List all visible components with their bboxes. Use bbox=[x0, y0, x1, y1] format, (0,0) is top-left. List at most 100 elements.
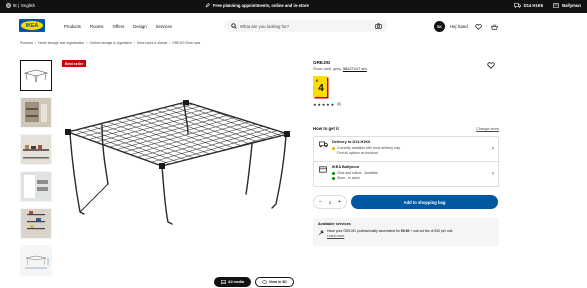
thumbnail-lifestyle-1[interactable] bbox=[20, 97, 52, 128]
view-in-3d-button[interactable]: View in 3D bbox=[254, 277, 294, 287]
postcode-label: D14 H1K6 bbox=[523, 3, 544, 8]
header-actions: SK Hej Sand bbox=[434, 21, 500, 32]
image-icon bbox=[221, 280, 226, 284]
search-bar[interactable]: What are you looking for? bbox=[224, 20, 388, 32]
thumbnail-lifestyle-4[interactable] bbox=[20, 208, 52, 239]
breadcrumb-separator: › bbox=[133, 41, 135, 45]
thumbnail-strip bbox=[20, 60, 52, 282]
promo-banner[interactable]: Free planning appointments, online and i… bbox=[205, 3, 309, 8]
search-icon bbox=[231, 23, 237, 29]
thumbnail-lifestyle-2[interactable] bbox=[20, 134, 52, 165]
delivery-status-line: Currently available with truck delivery … bbox=[332, 146, 400, 150]
change-store-link[interactable]: Change store bbox=[476, 127, 499, 131]
decrease-quantity-button[interactable]: − bbox=[317, 199, 324, 206]
delivery-postcode-button[interactable]: D14 H1K6 bbox=[513, 3, 544, 8]
delivery-option[interactable]: Delivery to D14 H1K6 Currently available… bbox=[314, 137, 500, 162]
store-icon bbox=[319, 166, 327, 173]
star-icon: ★ bbox=[326, 101, 330, 107]
services-text-post: + call out fee of €30 per unit. bbox=[410, 229, 454, 233]
available-services: Available services Have your GREJIG prof… bbox=[313, 218, 499, 246]
top-utility-bar: IE | English Free planning appointments,… bbox=[0, 0, 587, 13]
star-icon: ★ bbox=[321, 101, 326, 107]
logo-oval: IKEA bbox=[21, 21, 43, 30]
breadcrumb-item[interactable]: Shoe racks & stands bbox=[137, 41, 167, 45]
heart-icon[interactable] bbox=[487, 62, 495, 69]
breadcrumb-separator: › bbox=[35, 41, 37, 45]
chevron-right-icon: › bbox=[492, 171, 494, 177]
store-option[interactable]: IKEA Ballymun Click and collect - Availa… bbox=[314, 162, 500, 187]
breadcrumb-item[interactable]: Home storage and organisation bbox=[38, 41, 84, 45]
search-input[interactable]: What are you looking for? bbox=[240, 24, 289, 29]
avatar[interactable]: SK bbox=[434, 21, 445, 32]
media-buttons: All media View in 3D bbox=[214, 277, 294, 287]
services-text: Have your GREJIG professionally assemble… bbox=[327, 229, 453, 239]
click-collect-text: Click and collect - Available bbox=[337, 171, 379, 175]
delivery-title: Delivery to D14 H1K6 bbox=[332, 140, 371, 144]
breadcrumb-current: GREJIG Shoe rack bbox=[172, 41, 201, 45]
nav-design[interactable]: Design bbox=[133, 24, 146, 29]
price-tag: €4 bbox=[313, 76, 327, 97]
rating[interactable]: ★ ★ ★ ★ ★ (8) bbox=[313, 102, 499, 107]
star-icon: ★ bbox=[313, 101, 317, 107]
learn-more-link[interactable]: Learn more bbox=[327, 234, 344, 238]
thumbnail-lifestyle-3[interactable] bbox=[20, 171, 52, 202]
assembly-icon bbox=[318, 229, 324, 235]
how-to-get-it-title: How to get it bbox=[313, 126, 339, 131]
add-to-bag-button[interactable]: Add to shopping bag bbox=[351, 195, 498, 209]
product-info-panel: GREJIG Shoe rack, grey, 58x27x17 cm €4 ★… bbox=[313, 60, 500, 246]
shoe-rack-thumbnail-image bbox=[23, 69, 49, 82]
thumbnail-dimensions[interactable] bbox=[20, 245, 52, 276]
breadcrumb-item[interactable]: Clothes storage & organisers bbox=[89, 41, 132, 45]
services-title: Available services bbox=[318, 222, 351, 226]
camera-icon[interactable] bbox=[375, 23, 382, 29]
thumbnail-shoe-rack[interactable] bbox=[20, 60, 52, 91]
warning-dot bbox=[332, 146, 335, 150]
chevron-right-icon: › bbox=[492, 146, 494, 152]
main-header: IKEA Products Rooms Offers Design Servic… bbox=[0, 13, 587, 39]
breadcrumb-separator: › bbox=[169, 41, 171, 45]
ikea-logo[interactable]: IKEA bbox=[19, 19, 45, 32]
dimensions-thumbnail-image bbox=[25, 255, 49, 268]
all-media-button[interactable]: All media bbox=[214, 277, 251, 287]
language-selector[interactable]: IE | English bbox=[6, 3, 35, 8]
store-title: IKEA Ballymun bbox=[332, 165, 360, 169]
breadcrumb-item[interactable]: Products bbox=[20, 41, 33, 45]
user-greeting[interactable]: Hej Sand bbox=[450, 24, 468, 29]
lifestyle-thumbnail-image bbox=[21, 209, 51, 238]
breadcrumb: Products › Home storage and organisation ›… bbox=[20, 41, 200, 45]
breadcrumb-separator: › bbox=[86, 41, 88, 45]
quantity-value[interactable]: 1 bbox=[329, 200, 331, 205]
stock-line: Store - In stock bbox=[332, 176, 360, 180]
product-description: Shoe rack, grey, 58x27x17 cm bbox=[313, 66, 499, 71]
assembly-price: €9.00 bbox=[400, 229, 410, 233]
quantity-stepper: − 1 + bbox=[313, 195, 347, 209]
store-label: Ballymun bbox=[562, 3, 581, 8]
promo-text: Free planning appointments, online and i… bbox=[213, 3, 309, 8]
how-to-get-it-header: How to get it Change store bbox=[313, 126, 499, 131]
lifestyle-thumbnail-image bbox=[21, 135, 51, 164]
main-product-image[interactable] bbox=[62, 100, 292, 230]
language-label: English bbox=[21, 3, 35, 8]
pencil-icon bbox=[205, 3, 210, 8]
fulfilment-options: Delivery to D14 H1K6 Currently available… bbox=[313, 136, 500, 187]
delivery-status-text: Currently available with truck delivery … bbox=[337, 146, 401, 150]
favourites-button[interactable] bbox=[473, 21, 484, 32]
delivery-hint: Find all options at checkout bbox=[337, 151, 379, 155]
nav-products[interactable]: Products bbox=[64, 24, 81, 29]
star-half-icon: ★ bbox=[330, 101, 335, 107]
lifestyle-thumbnail-image bbox=[21, 98, 51, 127]
shopping-bag-button[interactable] bbox=[489, 21, 500, 32]
store-icon bbox=[553, 3, 559, 8]
3d-icon bbox=[262, 280, 267, 284]
product-size-link[interactable]: 58x27x17 cm bbox=[343, 66, 367, 71]
separator: IE | bbox=[13, 3, 20, 8]
nav-rooms[interactable]: Rooms bbox=[90, 24, 104, 29]
nav-services[interactable]: Services bbox=[156, 24, 172, 29]
available-dot bbox=[332, 171, 335, 175]
product-type: Shoe rack, grey, bbox=[313, 66, 342, 71]
increase-quantity-button[interactable]: + bbox=[336, 199, 343, 206]
best-seller-badge: Best seller bbox=[62, 60, 87, 67]
store-selector-button[interactable]: Ballymun bbox=[553, 3, 581, 8]
truck-icon bbox=[513, 3, 521, 8]
nav-offers[interactable]: Offers bbox=[113, 24, 125, 29]
